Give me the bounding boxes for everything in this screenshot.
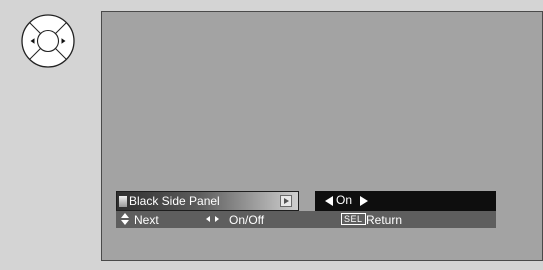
directional-pad-icon (21, 14, 75, 68)
submenu-arrow-icon (280, 195, 292, 207)
tv-screen: Black Side Panel On Next On/Off SEL Retu… (101, 11, 543, 261)
value-next-arrow-icon[interactable] (360, 196, 368, 206)
menu-item-black-side-panel[interactable]: Black Side Panel (116, 191, 299, 211)
up-down-arrow-icon (121, 213, 129, 225)
sel-key-icon: SEL (341, 213, 366, 225)
help-next-label: Next (134, 213, 159, 227)
help-bar: Next On/Off SEL Return (116, 211, 496, 228)
menu-item-label: Black Side Panel (129, 194, 220, 208)
help-return-label: Return (366, 213, 403, 227)
menu-row-black-side-panel[interactable]: Black Side Panel On (116, 191, 496, 211)
value-previous-arrow-icon[interactable] (325, 196, 333, 206)
setting-value: On (336, 193, 353, 207)
setting-value-selector[interactable]: On (315, 191, 496, 211)
left-right-arrow-icon (206, 216, 222, 224)
help-onoff-label: On/Off (229, 213, 265, 227)
selection-grip-icon (119, 196, 127, 207)
remote-dpad-illustration (20, 13, 76, 69)
